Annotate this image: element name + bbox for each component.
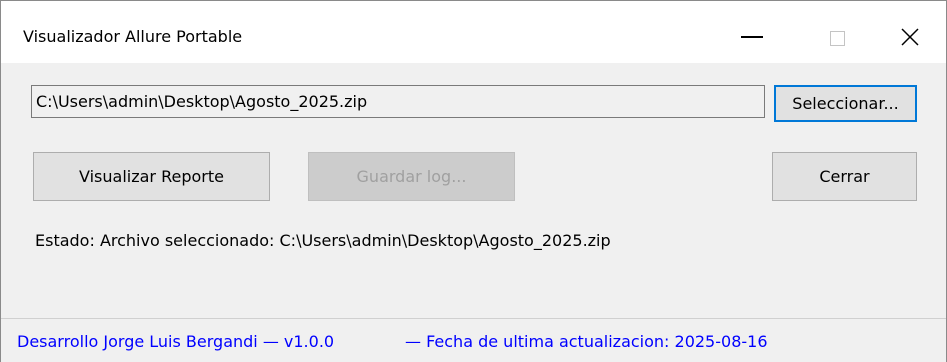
minimize-icon bbox=[741, 36, 763, 38]
title-bar[interactable]: Visualizador Allure Portable bbox=[1, 1, 946, 63]
maximize-icon bbox=[829, 30, 845, 46]
select-file-button[interactable]: Seleccionar... bbox=[774, 85, 917, 122]
file-path-input[interactable] bbox=[31, 85, 765, 118]
minimize-button[interactable] bbox=[716, 1, 788, 63]
view-report-button[interactable]: Visualizar Reporte bbox=[33, 152, 270, 201]
status-bar: Desarrollo Jorge Luis Bergandi — v1.0.0 … bbox=[1, 318, 946, 362]
footer-author: Desarrollo Jorge Luis Bergandi — v1.0.0 bbox=[17, 332, 335, 351]
window-title: Visualizador Allure Portable bbox=[23, 27, 243, 46]
main-panel: Seleccionar... Visualizar Reporte Guarda… bbox=[1, 63, 946, 362]
save-log-button: Guardar log... bbox=[308, 152, 515, 201]
close-window-button[interactable] bbox=[874, 1, 946, 63]
status-text: Estado: Archivo seleccionado: C:\Users\a… bbox=[35, 231, 611, 250]
close-icon bbox=[901, 28, 919, 46]
close-button[interactable]: Cerrar bbox=[772, 152, 917, 201]
maximize-button bbox=[801, 1, 873, 63]
footer-last-update: — Fecha de ultima actualizacion: 2025-08… bbox=[405, 332, 768, 351]
app-window: Visualizador Allure Portable Seleccionar… bbox=[0, 0, 947, 362]
